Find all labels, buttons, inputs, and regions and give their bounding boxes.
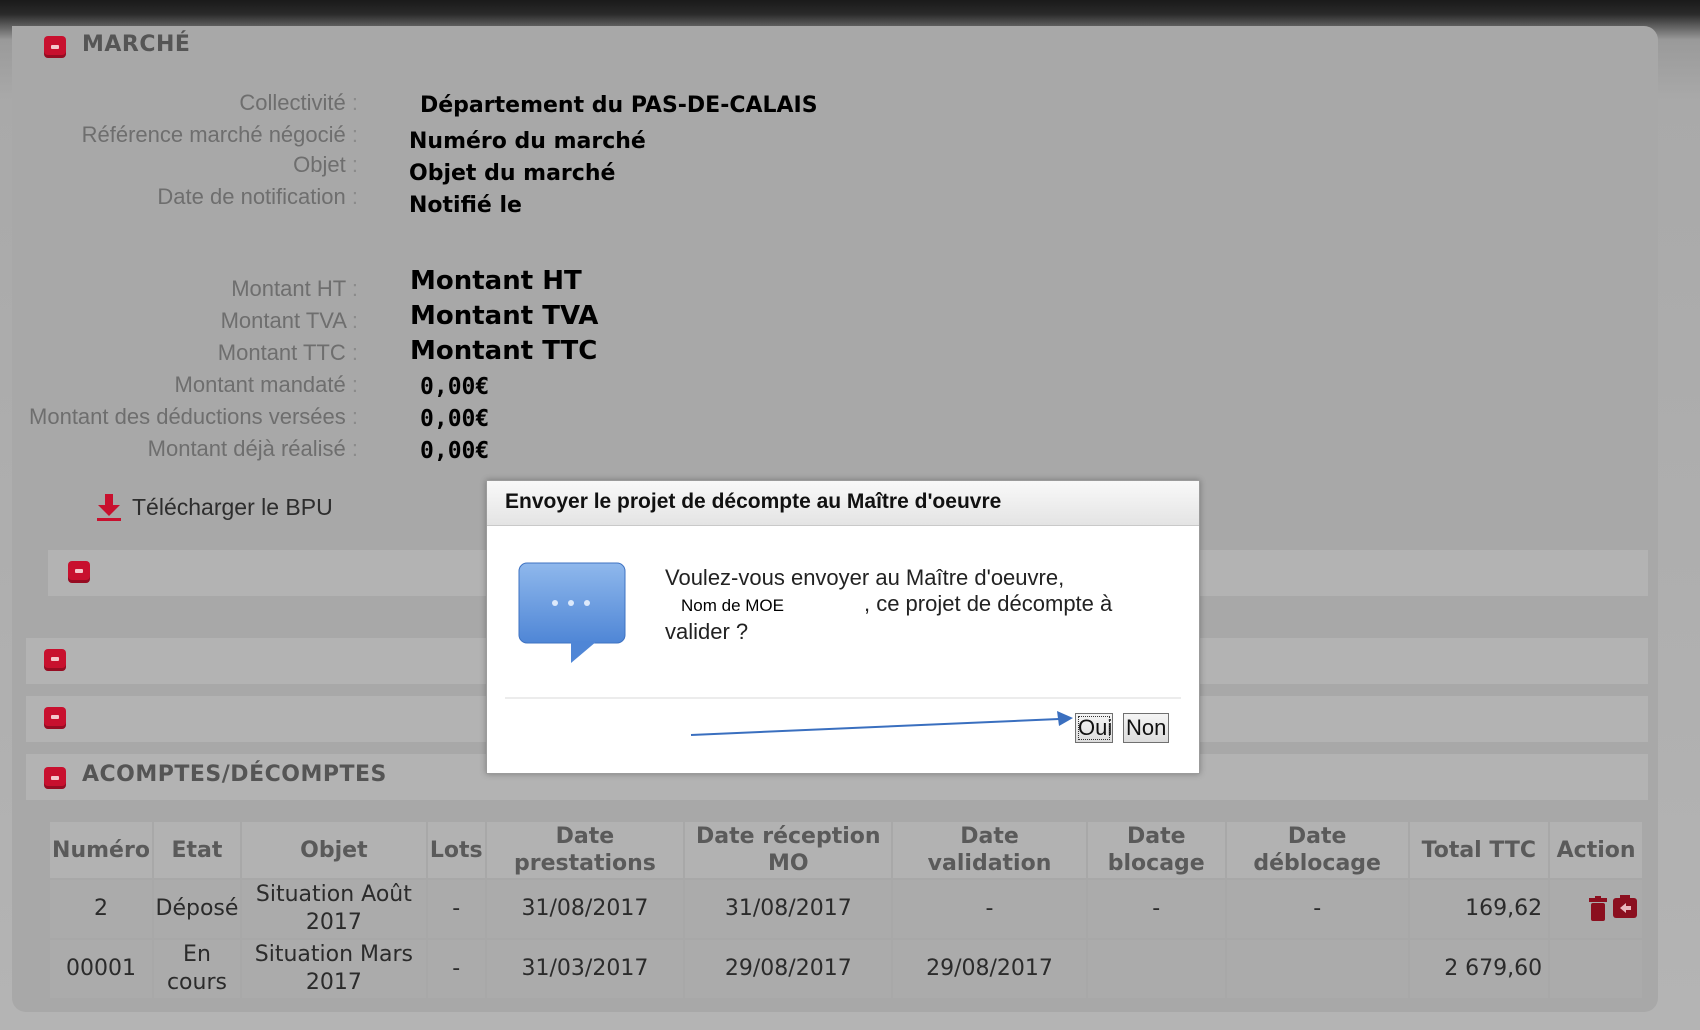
cell-action	[1550, 940, 1642, 998]
col-date-deblocage[interactable]: Date déblocage	[1226, 822, 1408, 878]
cell-date-blocage: -	[1087, 880, 1225, 938]
value-reference: Numéro du marché	[409, 129, 646, 154]
table-header-row: Numéro Etat Objet Lots Date prestations …	[50, 822, 1642, 878]
label-objet: Objet	[293, 152, 358, 178]
col-date-validation[interactable]: Date validation	[893, 822, 1086, 878]
expand-section-2-icon[interactable]	[44, 649, 66, 671]
col-date-blocage[interactable]: Date blocage	[1087, 822, 1225, 878]
cell-lots: -	[427, 940, 485, 998]
download-icon	[97, 494, 121, 521]
dialog-message: Voulez-vous envoyer au Maître d'oeuvre, …	[665, 565, 1145, 645]
cell-total-ttc: 2 679,60	[1409, 940, 1549, 998]
label-montant-realise: Montant déjà réalisé	[148, 436, 358, 462]
cell-objet: Situation Mars 2017	[241, 940, 426, 998]
value-montant-ttc: Montant TTC	[410, 336, 598, 366]
value-montant-realise: 0,00€	[420, 438, 490, 464]
cell-etat: Déposé	[153, 880, 240, 938]
dialog-title[interactable]: Envoyer le projet de décompte au Maître …	[487, 481, 1199, 526]
trash-icon[interactable]	[1588, 896, 1608, 922]
value-date-notification: Notifié le	[409, 193, 522, 218]
dialog-message-line1: Voulez-vous envoyer au Maître d'oeuvre,	[665, 565, 1065, 590]
cell-action	[1550, 880, 1642, 938]
cell-date-deblocage: -	[1226, 880, 1408, 938]
col-total-ttc[interactable]: Total TTC	[1409, 822, 1549, 878]
arrow-annotation	[690, 711, 1073, 736]
col-numero[interactable]: Numéro	[50, 822, 152, 878]
value-montant-ht: Montant HT	[410, 266, 582, 296]
label-montant-mandate: Montant mandaté	[175, 372, 358, 398]
cell-date-blocage	[1087, 940, 1225, 998]
no-button[interactable]: Non	[1123, 713, 1169, 743]
expand-section-1-icon[interactable]	[68, 561, 90, 583]
send-icon[interactable]	[1612, 894, 1638, 920]
cell-date-prestations: 31/03/2017	[486, 940, 684, 998]
moe-name: Nom de MOE	[681, 596, 784, 615]
table-row[interactable]: 00001 En cours Situation Mars 2017 - 31/…	[50, 940, 1642, 998]
label-collectivite: Collectivité	[239, 90, 358, 116]
section-title-acomptes: ACOMPTES/DÉCOMPTES	[82, 762, 387, 787]
value-objet: Objet du marché	[409, 161, 616, 186]
label-reference: Référence marché négocié	[82, 122, 358, 148]
col-date-prestations[interactable]: Date prestations	[486, 822, 684, 878]
cell-numero: 00001	[50, 940, 152, 998]
cell-date-validation: -	[893, 880, 1086, 938]
label-montant-deductions: Montant des déductions versées	[29, 404, 358, 430]
cell-date-reception: 29/08/2017	[685, 940, 892, 998]
yes-button[interactable]: Oui	[1075, 713, 1113, 743]
cell-date-validation: 29/08/2017	[893, 940, 1086, 998]
value-montant-mandate: 0,00€	[420, 374, 490, 400]
acomptes-table: Numéro Etat Objet Lots Date prestations …	[48, 820, 1644, 1000]
col-action: Action	[1550, 822, 1642, 878]
collapse-acomptes-icon[interactable]	[44, 767, 66, 789]
col-date-reception[interactable]: Date réception MO	[685, 822, 892, 878]
cell-lots: -	[427, 880, 485, 938]
label-montant-ht: Montant HT	[231, 276, 358, 302]
section-title-marche: MARCHÉ	[82, 32, 191, 57]
collapse-marche-icon[interactable]	[44, 36, 66, 58]
download-bpu-link[interactable]: Télécharger le BPU	[96, 492, 333, 522]
value-montant-tva: Montant TVA	[410, 301, 599, 331]
confirm-dialog: Envoyer le projet de décompte au Maître …	[486, 480, 1200, 774]
table-row[interactable]: 2 Déposé Situation Août 2017 - 31/08/201…	[50, 880, 1642, 938]
col-lots[interactable]: Lots	[427, 822, 485, 878]
label-montant-tva: Montant TVA	[221, 308, 358, 334]
cell-total-ttc: 169,62	[1409, 880, 1549, 938]
cell-objet: Situation Août 2017	[241, 880, 426, 938]
value-collectivite: Département du PAS-DE-CALAIS	[420, 93, 818, 118]
cell-etat: En cours	[153, 940, 240, 998]
expand-section-3-icon[interactable]	[44, 707, 66, 729]
speech-bubble-icon	[518, 562, 626, 663]
col-objet[interactable]: Objet	[241, 822, 426, 878]
cell-date-prestations: 31/08/2017	[486, 880, 684, 938]
dialog-separator	[505, 697, 1181, 699]
label-date-notification: Date de notification	[157, 184, 358, 210]
label-montant-ttc: Montant TTC	[218, 340, 358, 366]
cell-numero: 2	[50, 880, 152, 938]
cell-date-deblocage	[1226, 940, 1408, 998]
cell-date-reception: 31/08/2017	[685, 880, 892, 938]
download-bpu-label: Télécharger le BPU	[132, 493, 333, 520]
col-etat[interactable]: Etat	[153, 822, 240, 878]
value-montant-deductions: 0,00€	[420, 406, 490, 432]
